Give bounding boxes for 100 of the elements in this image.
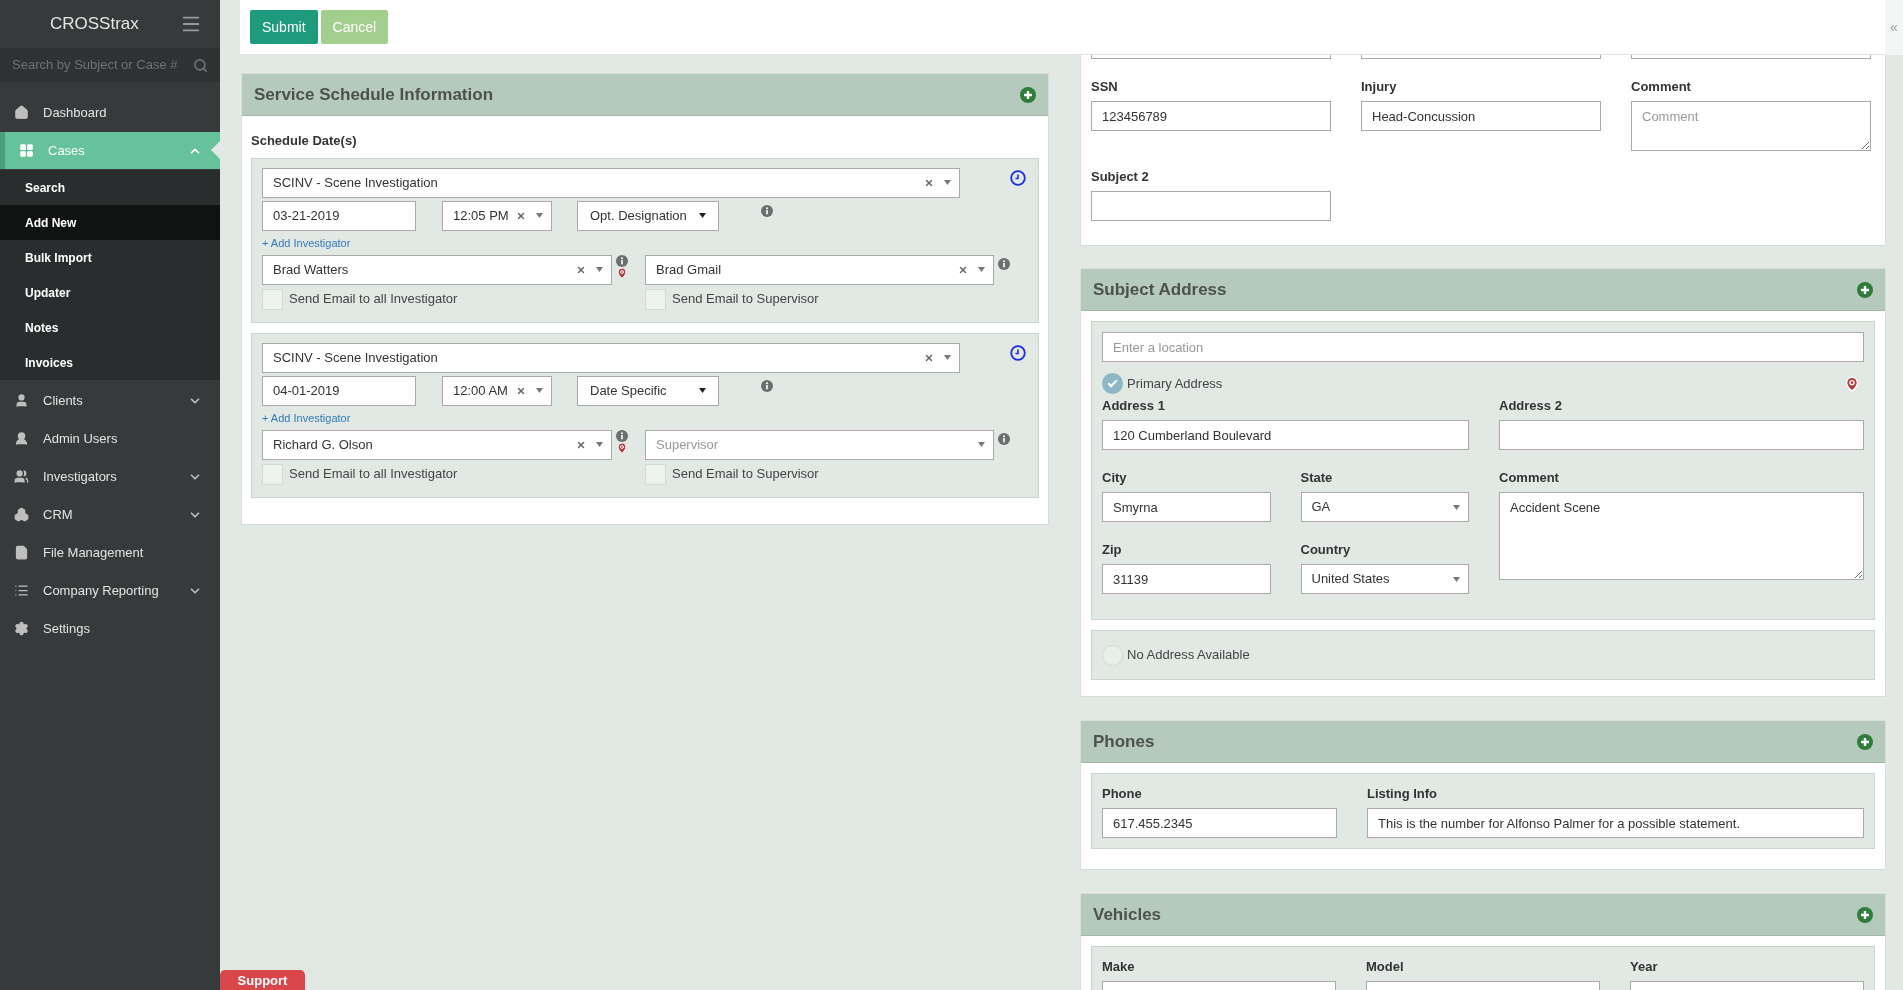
checkbox[interactable] [645,463,666,485]
nav-item[interactable]: Company Reporting [0,572,220,609]
clock-icon[interactable] [1010,169,1026,186]
comment-field[interactable]: Accident Scene [1499,492,1864,580]
brand-logo[interactable]: CROSStrax [50,11,139,37]
field-label: Country [1300,542,1352,558]
clear-icon[interactable] [958,264,968,275]
submenu-item[interactable]: Search [0,170,220,205]
section-label: Schedule Date(s) [251,132,358,150]
submenu-item[interactable]: Updater [0,275,220,310]
clear-icon[interactable] [576,264,586,275]
add-icon[interactable] [1857,906,1873,923]
caret-icon [699,213,706,218]
map-pin-icon[interactable] [1844,375,1860,392]
search-field[interactable]: Search by Subject or Case # [0,48,220,82]
text-field[interactable]: Head-Concussion [1361,101,1601,131]
panel-title: Service Schedule Information [254,83,493,106]
text-field[interactable]: 120 Cumberland Boulevard [1102,420,1469,450]
field-label: Make [1102,959,1136,975]
add-icon[interactable] [1020,86,1036,103]
nav-item[interactable]: File Management [0,534,220,571]
caret-icon [1453,576,1460,582]
support-button[interactable]: Support [220,970,305,990]
caret-icon [1453,504,1460,510]
service-select[interactable]: SCINV - Scene Investigation [262,167,960,198]
comment-field[interactable]: Comment [1631,101,1871,151]
caret-icon [944,355,951,360]
info-icon [616,254,628,267]
nav-item[interactable]: Clients [0,382,220,419]
add-investigator-link[interactable]: + Add Investigator [262,410,351,427]
country-select[interactable]: United States [1300,564,1469,594]
clock-icon[interactable] [1010,344,1026,361]
nav-item[interactable]: Settings [0,610,220,647]
search-input[interactable]: Search by Subject or Case # [12,55,193,75]
text-field[interactable]: This is the number for Alfonso Palmer for a possible statement. [1367,808,1864,838]
field-label: Address 1 [1102,398,1166,414]
info-icon [616,429,628,442]
clear-icon[interactable] [516,210,526,221]
checkbox[interactable] [262,288,283,310]
add-icon[interactable] [1857,281,1873,298]
map-pin-icon[interactable] [616,266,628,279]
nav-item[interactable]: CRM [0,496,220,533]
user-icon [14,393,29,408]
nav-item[interactable]: Admin Users [0,420,220,457]
checkbox[interactable] [645,288,666,310]
service-select[interactable]: SCINV - Scene Investigation [262,342,960,373]
submenu-item[interactable]: Add New [0,205,220,240]
info-icon [761,379,773,392]
field-label: City [1102,470,1128,486]
boxes-icon [14,507,29,522]
caret-icon [944,180,951,185]
time-select[interactable]: 12:05 PM [442,200,552,231]
checkbox-label: Send Email to Supervisor [672,465,819,484]
state-select[interactable]: GA [1300,492,1469,522]
investigator-select[interactable]: Richard G. Olson [262,429,612,460]
field-label: SSN [1091,79,1119,95]
search-icon[interactable] [193,57,208,73]
caret-icon [596,267,603,272]
add-investigator-link[interactable]: + Add Investigator [262,235,351,252]
submenu-item[interactable]: Invoices [0,345,220,380]
clear-icon[interactable] [516,385,526,396]
radio-check[interactable] [1102,373,1123,394]
submenu-item[interactable]: Notes [0,310,220,345]
clear-icon[interactable] [924,352,934,363]
map-pin-icon[interactable] [616,441,628,454]
designation-select[interactable]: Opt. Designation [577,200,719,231]
caret-icon [536,213,543,218]
phone-field[interactable]: 617.455.2345 [1102,808,1337,838]
supervisor-select[interactable]: Brad Gmail [645,254,994,285]
text-field[interactable]: 123456789 [1091,101,1331,131]
home-icon [14,105,29,120]
add-icon[interactable] [1857,733,1873,750]
date-field[interactable]: 03-21-2019 [262,200,416,231]
field-label: Year [1630,959,1659,975]
text-field[interactable]: 31139 [1102,564,1271,594]
text-field[interactable]: Smyrna [1102,492,1271,522]
text-field[interactable] [1499,420,1864,450]
time-select[interactable]: 12:00 AM [442,375,552,406]
location-field[interactable]: Enter a location [1102,332,1864,362]
submenu-item[interactable]: Bulk Import [0,240,220,275]
caret-icon [978,267,985,272]
caret-icon [596,442,603,447]
field-label: Comment [1499,470,1560,486]
checkbox-label: Send Email to all Investigator [289,465,458,484]
clear-icon[interactable] [924,177,934,188]
radio-label: Primary Address [1127,374,1223,393]
panel-title: Vehicles [1093,903,1162,926]
date-field[interactable]: 04-01-2019 [262,375,416,406]
investigator-select[interactable]: Brad Watters [262,254,612,285]
checkbox-label: Send Email to Supervisor [672,290,819,309]
panel-title: Subject Address [1093,278,1227,301]
checkbox[interactable] [262,463,283,485]
users-icon [14,469,29,484]
submit-button[interactable]: Submit [250,10,318,44]
designation-select[interactable]: Date Specific [577,375,719,406]
text-field[interactable] [1091,191,1331,221]
nav-item[interactable]: Investigators [0,458,220,495]
nav-item[interactable]: Dashboard [0,94,220,131]
caret-icon [978,442,985,447]
clear-icon[interactable] [576,439,586,450]
